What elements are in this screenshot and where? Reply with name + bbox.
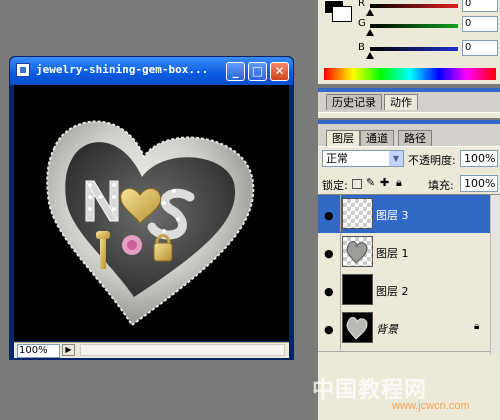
blue-slider[interactable] (370, 47, 458, 51)
visibility-toggle[interactable]: ● (320, 195, 341, 232)
eye-icon: ● (324, 285, 334, 298)
blue-value-field[interactable]: 0 (462, 40, 498, 56)
blend-mode-value: 正常 (326, 152, 348, 165)
layer-thumbnail (342, 274, 373, 305)
channel-label-b: B (358, 42, 365, 53)
channel-label-r: R (358, 0, 365, 9)
green-slider-thumb[interactable] (366, 29, 374, 36)
layer-row[interactable]: ● 图层 3 (318, 195, 500, 234)
layer-row[interactable]: ● 背景 🔒︎ (318, 309, 500, 352)
channel-label-g: G (358, 18, 366, 29)
eye-icon: ● (324, 323, 334, 336)
layer-thumbnail (342, 312, 373, 343)
opacity-label: 不透明度: (408, 154, 456, 167)
opacity-field[interactable]: 100% (460, 150, 498, 167)
layers-scrollbar[interactable] (490, 195, 500, 355)
lock-paint-icon[interactable]: ✎ (366, 176, 375, 189)
layer-name: 图层 2 (376, 285, 409, 298)
visibility-toggle[interactable]: ● (320, 233, 341, 270)
lock-all-icon[interactable]: 🔒︎ (396, 176, 402, 190)
tab-actions[interactable]: 动作 (384, 94, 418, 110)
layer-name: 图层 3 (376, 209, 409, 222)
red-value-field[interactable]: 0 (462, 0, 498, 12)
layer-thumbnail (342, 198, 373, 229)
green-slider[interactable] (370, 24, 458, 28)
visibility-toggle[interactable]: ● (320, 309, 341, 350)
minimize-button[interactable]: _ (226, 62, 245, 81)
layer-name: 背景 (376, 323, 398, 336)
document-titlebar[interactable]: jewelry-shining-gem-box... _ □ ✕ (10, 57, 293, 85)
blend-mode-dropdown[interactable]: 正常 ▼ (322, 150, 404, 167)
color-spectrum-bar[interactable] (324, 68, 496, 80)
layer-thumbnail (342, 236, 373, 267)
layers-tabbar: 图层 通道 路径 (318, 124, 500, 147)
document-window[interactable]: jewelry-shining-gem-box... _ □ ✕ 100% ▶ (9, 56, 294, 360)
zoom-field[interactable]: 100% (17, 344, 60, 358)
blue-slider-thumb[interactable] (366, 52, 374, 59)
watermark-url: www.jcwcn.com (392, 400, 470, 412)
red-slider[interactable] (370, 4, 458, 8)
history-panel: 历史记录 动作 (318, 88, 500, 118)
tab-paths[interactable]: 路径 (398, 130, 432, 146)
status-menu-arrow-icon[interactable]: ▶ (62, 344, 75, 356)
document-canvas[interactable] (14, 85, 289, 341)
document-title: jewelry-shining-gem-box... (36, 63, 209, 76)
background-color-swatch[interactable] (332, 6, 352, 22)
lock-move-icon[interactable]: ✚ (380, 176, 389, 189)
lock-label: 锁定: (322, 179, 348, 192)
tab-layers[interactable]: 图层 (326, 130, 360, 146)
visibility-toggle[interactable]: ● (320, 271, 341, 308)
eye-icon: ● (324, 209, 334, 222)
tab-channels[interactable]: 通道 (360, 130, 394, 146)
layer-name: 图层 1 (376, 247, 409, 260)
eye-icon: ● (324, 247, 334, 260)
tab-history[interactable]: 历史记录 (326, 94, 382, 110)
horizontal-scrollbar[interactable] (80, 344, 285, 356)
fill-label: 填充: (428, 179, 454, 192)
layer-row[interactable]: ● 图层 2 (318, 271, 500, 310)
red-slider-thumb[interactable] (366, 9, 374, 16)
fill-field[interactable]: 100% (460, 175, 498, 192)
chevron-down-icon[interactable]: ▼ (389, 151, 403, 166)
jewelry-heart-image (46, 120, 255, 327)
history-tabbar: 历史记录 动作 (318, 92, 500, 113)
photoshop-document-icon (16, 63, 30, 77)
close-button[interactable]: ✕ (270, 62, 289, 81)
color-panel: R 0 G 0 B 0 (318, 0, 500, 84)
lock-icon: 🔒︎ (474, 321, 480, 332)
maximize-button[interactable]: □ (248, 62, 267, 81)
green-value-field[interactable]: 0 (462, 16, 498, 32)
lock-transparency-icon[interactable] (352, 179, 362, 189)
document-statusbar: 100% ▶ (14, 342, 289, 358)
layer-row[interactable]: ● 图层 1 (318, 233, 500, 272)
